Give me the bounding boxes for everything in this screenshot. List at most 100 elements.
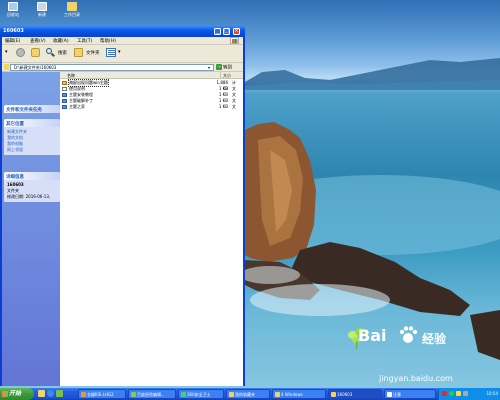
other-places-list: 新建文件夹 我的文档 我的电脑 网上邻居 [4,127,60,155]
search-icon[interactable] [46,48,55,57]
go-button-label: 转到 [223,65,232,71]
task-button[interactable]: 4 Windows [272,389,326,399]
shortcut-icon [62,105,67,109]
other-places-header[interactable]: 其它位置 [4,119,60,127]
task-label: 金蝶KIS-LHG2 [87,392,114,397]
windows-flag-icon [2,391,8,397]
system-tray: 10:54 [438,388,500,400]
start-button[interactable]: 开始 [0,388,34,400]
file-name: 主题之家 [69,104,85,109]
shortcut-icon [62,93,67,97]
explorer-window: 160603 _ □ × 编辑(E) 查看(V) 收藏(A) 工具(T) 帮助(… [0,26,245,386]
start-label: 开始 [9,390,22,397]
task-button[interactable]: 注意 [384,389,436,399]
paw-icon [399,326,418,343]
details-header[interactable]: 详细信息 [4,172,60,180]
menu-tools[interactable]: 工具(T) [77,38,92,44]
clock[interactable]: 10:54 [486,391,498,396]
task-label: 百度经验编辑... [137,392,165,397]
task-label: 注意 [393,392,401,397]
minimize-button[interactable]: _ [214,27,221,35]
tray-status-icon[interactable] [449,391,454,396]
task-label: 我的收藏夹 [235,392,255,397]
details-panel: 详细信息 160603 文件夹 修改日期: 2016-06-13, [4,172,60,202]
task-button[interactable]: 我的收藏夹 [226,389,270,399]
shortcut-icon [62,99,67,103]
task-label: 4 Windows [281,392,303,397]
search-button-label[interactable]: 搜索 [58,50,67,56]
menu-edit[interactable]: 编辑(E) [5,38,20,44]
place-link-network[interactable]: 网上邻居 [7,147,57,153]
baidu-jingyan-watermark: Bai 经验 jingyan.baidu.com [340,325,500,385]
task-button[interactable]: 百度经验编辑... [128,389,176,399]
folders-button-label[interactable]: 文件夹 [86,50,100,56]
menu-help[interactable]: 帮助(H) [100,38,116,44]
tray-notice-icon[interactable] [456,391,461,396]
task-button-active[interactable]: 160603 [328,389,382,399]
back-dropdown-icon[interactable]: ▾ [5,49,8,55]
desktop-icon-label: 新建 [38,12,46,17]
desktop-icon-label: 回收站 [7,12,19,17]
quick-launch-browser-icon[interactable] [47,390,54,397]
other-places-panel: 其它位置 新建文件夹 我的文档 我的电脑 网上邻居 [4,119,60,155]
computer-icon [37,2,47,11]
go-button[interactable]: → 转到 [216,64,232,71]
zip-icon [62,81,67,85]
column-name[interactable]: 名称 [67,73,75,79]
taskbar: 开始 金蝶KIS-LHG2 百度经验编辑... 360安全卫士 我的收藏夹 4 … [0,388,500,400]
menu-view[interactable]: 查看(V) [30,38,46,44]
folder-icon [331,392,336,397]
details-date: 修改日期: 2016-06-13, [7,194,51,199]
quick-launch-app-icon[interactable] [56,390,63,397]
task-button[interactable]: 360安全卫士 [178,389,224,399]
recycle-bin-icon [8,2,18,11]
task-pane: 文件和文件夹任务 其它位置 新建文件夹 我的文档 我的电脑 网上邻居 详细信息 … [2,72,60,386]
tray-volume-icon[interactable] [463,391,468,396]
address-bar: D:\新建文件夹\160603 ▾ → 转到 [2,63,243,72]
window-right-border [243,72,245,386]
address-dropdown-icon[interactable]: ▾ [208,65,210,70]
column-divider[interactable] [220,72,221,79]
forward-button[interactable] [16,48,25,57]
desktop-icon-recycle-bin[interactable]: 回收站 [2,2,24,18]
up-folder-button[interactable] [31,48,40,57]
file-list-pane: 名称 大小 海屏出现问题win主题 1,886 KB 计 使用说明 1 KB 文… [60,72,243,386]
app-icon [81,392,86,397]
file-row[interactable]: 主题之家 1 KB 文 [60,104,243,110]
file-type: 文 [232,104,236,109]
maximize-button[interactable]: □ [223,27,230,35]
tray-app-icon[interactable] [442,391,447,396]
menu-favorites[interactable]: 收藏(A) [53,38,69,44]
folder-icon [229,392,234,397]
folder-icon [4,64,9,70]
task-label: 360安全卫士 [187,392,211,397]
text-file-icon [62,87,67,91]
address-input[interactable]: D:\新建文件夹\160603 [10,64,214,71]
desktop-icon-computer[interactable]: 新建 [31,2,53,18]
task-button[interactable]: 金蝶KIS-LHG2 [78,389,126,399]
task-label: 160603 [337,392,353,397]
folder-icon [67,2,77,11]
views-dropdown-icon[interactable]: ▾ [118,49,121,55]
document-icon [387,392,392,397]
window-titlebar[interactable]: 160603 _ □ × [0,26,245,37]
close-button[interactable]: × [233,27,240,35]
details-body: 160603 文件夹 修改日期: 2016-06-13, [4,180,60,202]
browser-icon [131,392,136,397]
quick-launch-folder-icon[interactable] [38,390,45,397]
windows-icon [275,392,280,397]
menubar: 编辑(E) 查看(V) 收藏(A) 工具(T) 帮助(H) [2,37,243,45]
watermark-jingyan: 经验 [422,332,447,346]
file-tasks-header[interactable]: 文件和文件夹任务 [4,105,60,113]
windows-logo-icon [230,37,239,44]
toolbar: ▾ 搜索 文件夹 ▾ [2,45,243,63]
views-icon[interactable] [106,48,116,57]
folders-icon[interactable] [74,48,83,57]
watermark-brand: Bai [358,326,387,345]
watermark-url: jingyan.baidu.com [379,374,453,383]
desktop-icon-folder[interactable]: 工作目录 [61,2,83,18]
go-arrow-icon: → [216,64,222,70]
desktop-icon-label: 工作目录 [64,12,80,17]
column-size[interactable]: 大小 [223,73,231,79]
file-tasks-panel: 文件和文件夹任务 [4,105,60,113]
